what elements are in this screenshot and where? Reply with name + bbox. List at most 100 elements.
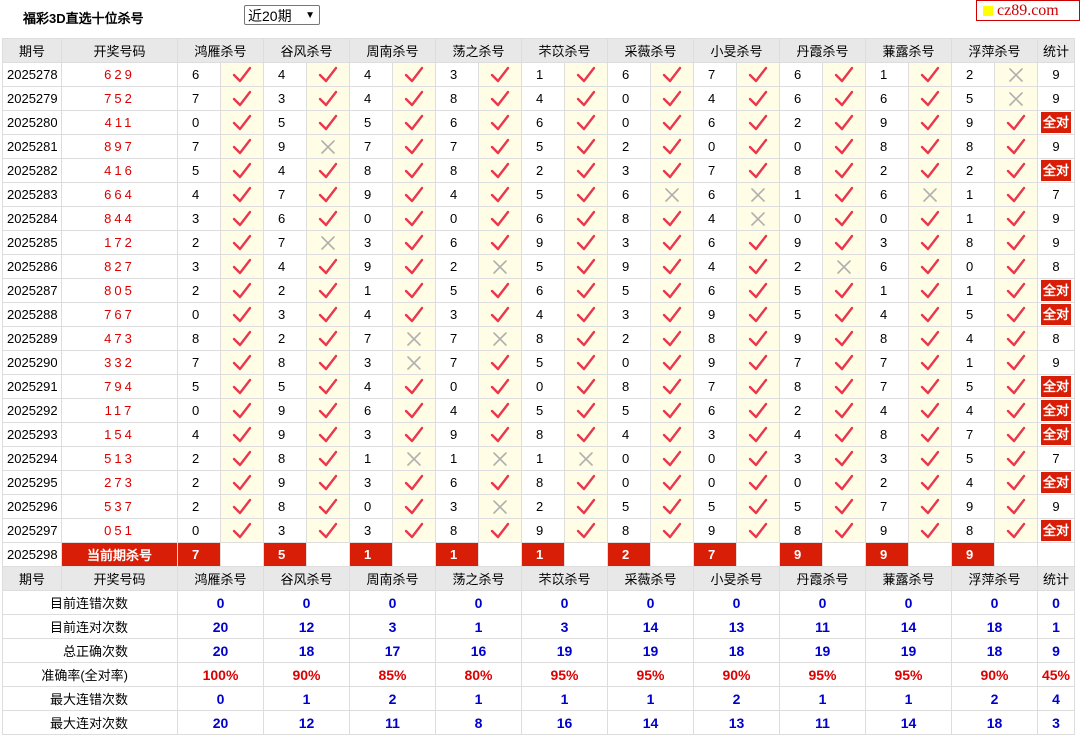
summary-label: 总正确次数: [2, 638, 178, 663]
table-row: 2025288 767 0 3 4 3 4 3 9 5 4 5 全对: [2, 302, 1075, 327]
result-mark-cell: [220, 326, 264, 351]
result-mark-cell: [822, 278, 866, 303]
current-kill-number: 5: [263, 542, 307, 567]
kill-number-cell: 0: [349, 206, 393, 231]
summary-value: 14: [865, 614, 952, 639]
kill-number-cell: 0: [779, 206, 823, 231]
all-correct-badge: 全对: [1040, 304, 1071, 325]
kill-number-cell: 9: [349, 182, 393, 207]
cross-icon: [480, 331, 521, 347]
kill-number-cell: 3: [435, 494, 479, 519]
draw-number-cell: 273: [61, 470, 178, 495]
result-mark-cell: [822, 302, 866, 327]
draw-number-cell: 752: [61, 86, 178, 111]
column-header: 开奖号码: [61, 566, 178, 591]
summary-value: 18: [951, 614, 1038, 639]
result-mark-cell: [478, 278, 522, 303]
result-mark-cell: [650, 446, 694, 471]
kill-number-cell: 5: [435, 278, 479, 303]
check-icon: [738, 258, 779, 276]
kill-number-cell: 2: [607, 134, 651, 159]
correct-count: 8: [1052, 331, 1060, 346]
check-icon: [222, 114, 263, 132]
cross-icon: [480, 451, 521, 467]
current-kill-number: 9: [865, 542, 909, 567]
summary-value: 1: [1037, 614, 1075, 639]
result-mark-cell: [306, 230, 350, 255]
result-mark-cell: [908, 326, 952, 351]
check-icon: [996, 402, 1037, 420]
kill-number-cell: 8: [521, 422, 565, 447]
draw-number-cell: 473: [61, 326, 178, 351]
summary-value: 0: [607, 590, 694, 615]
table-row: 2025289 473 8 2 7 7 8 2 8 9 8 4 8: [2, 326, 1075, 351]
table-row: 2025280 411 0 5 5 6 6 0 6 2 9 9 全对: [2, 110, 1075, 135]
result-mark-cell: [908, 446, 952, 471]
result-mark-cell: [306, 158, 350, 183]
result-mark-cell: [994, 230, 1038, 255]
check-icon: [910, 474, 951, 492]
top-bar: 福彩3D直选十位杀号 近20期 ▼ cz89.com: [0, 0, 1082, 36]
result-mark-cell: [994, 494, 1038, 519]
current-blank-cell: [650, 542, 694, 567]
kill-number-cell: 2: [607, 326, 651, 351]
check-icon: [308, 282, 349, 300]
check-icon: [738, 450, 779, 468]
correct-count: 9: [1052, 139, 1060, 154]
result-mark-cell: [392, 470, 436, 495]
result-mark-cell: [220, 374, 264, 399]
check-icon: [738, 282, 779, 300]
result-mark-cell: [822, 254, 866, 279]
check-icon: [308, 162, 349, 180]
kill-number-cell: 9: [779, 326, 823, 351]
period-range-select[interactable]: 近20期 ▼: [244, 5, 320, 25]
draw-number-cell: 154: [61, 422, 178, 447]
stat-cell: 9: [1037, 86, 1075, 111]
summary-value: 95%: [779, 662, 866, 687]
cross-icon: [480, 259, 521, 275]
cross-icon: [394, 331, 435, 347]
table-row: 2025295 273 2 9 3 6 8 0 0 0 2 4 全对: [2, 470, 1075, 495]
kill-number-cell: 1: [951, 278, 995, 303]
result-mark-cell: [220, 470, 264, 495]
summary-value: 0: [693, 590, 780, 615]
result-mark-cell: [564, 446, 608, 471]
current-blank-cell: [822, 542, 866, 567]
check-icon: [824, 474, 865, 492]
site-logo[interactable]: cz89.com: [976, 0, 1080, 21]
current-kill-number: 1: [521, 542, 565, 567]
kill-number-cell: 4: [263, 254, 307, 279]
correct-count: 7: [1052, 187, 1060, 202]
kill-number-cell: 8: [951, 518, 995, 543]
check-icon: [910, 234, 951, 252]
check-icon: [652, 522, 693, 540]
draw-number-cell: 794: [61, 374, 178, 399]
check-icon: [480, 306, 521, 324]
kill-number-cell: 9: [435, 422, 479, 447]
kill-number-cell: 4: [349, 86, 393, 111]
kill-number-cell: 8: [263, 350, 307, 375]
check-icon: [308, 426, 349, 444]
result-mark-cell: [220, 494, 264, 519]
result-mark-cell: [994, 158, 1038, 183]
check-icon: [652, 258, 693, 276]
check-icon: [222, 234, 263, 252]
result-mark-cell: [392, 206, 436, 231]
summary-value: 17: [349, 638, 436, 663]
check-icon: [308, 450, 349, 468]
summary-label: 最大连错次数: [2, 686, 178, 711]
kill-number-cell: 0: [177, 302, 221, 327]
check-icon: [824, 90, 865, 108]
kill-number-cell: 2: [177, 230, 221, 255]
summary-label: 目前连错次数: [2, 590, 178, 615]
check-icon: [566, 306, 607, 324]
result-mark-cell: [908, 110, 952, 135]
period-cell: 2025296: [2, 494, 62, 519]
result-mark-cell: [392, 302, 436, 327]
result-mark-cell: [564, 350, 608, 375]
kill-number-cell: 8: [263, 494, 307, 519]
result-mark-cell: [478, 326, 522, 351]
kill-number-cell: 4: [263, 158, 307, 183]
kill-number-cell: 9: [521, 230, 565, 255]
kill-number-cell: 3: [435, 62, 479, 87]
